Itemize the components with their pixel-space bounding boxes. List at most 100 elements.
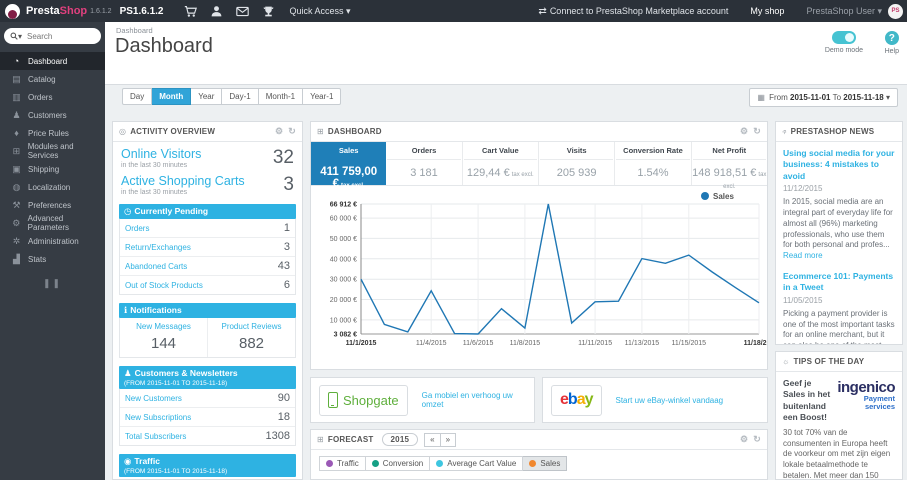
metric-sales[interactable]: Sales 411 759,00 € tax excl. (311, 142, 387, 190)
help-icon[interactable]: ? (884, 31, 899, 45)
collapse-menu-button[interactable]: ❚❚ (0, 278, 105, 289)
abandoned-carts-link[interactable]: Abandoned Carts (125, 262, 187, 271)
ebay-module: ebay Start uw eBay-winkel vandaag (542, 377, 768, 423)
out-of-stock-link[interactable]: Out of Stock Products (125, 281, 203, 290)
sidebar-item-localization[interactable]: ◍ Localization (0, 178, 105, 196)
orders-link[interactable]: Orders (125, 224, 149, 233)
bell-icon: ℹ (124, 305, 128, 315)
article-title-link[interactable]: Ecommerce 101: Payments in a Tweet (783, 271, 895, 294)
sidebar-search[interactable]: ▾ (4, 28, 101, 44)
envelope-icon[interactable] (229, 5, 255, 18)
new-customers-link[interactable]: New Customers (125, 394, 182, 403)
article-title-link[interactable]: Using social media for your business: 4 … (783, 148, 895, 182)
shop-version-link[interactable]: PS1.6.1.2 (120, 6, 164, 17)
sidebar-item-preferences[interactable]: ⚒ Preferences (0, 196, 105, 214)
calendar-icon: ▦ (757, 93, 765, 102)
shopgate-link[interactable]: Ga mobiel en verhoog uw omzet (422, 391, 534, 409)
notifications-header: ℹ Notifications (119, 303, 296, 318)
lightbulb-icon: ☼ (782, 357, 790, 366)
svg-text:11/1/2015: 11/1/2015 (346, 340, 377, 347)
quick-access-menu[interactable]: Quick Access ▾ (289, 6, 350, 17)
demo-mode-toggle[interactable] (831, 31, 856, 44)
forecast-panel: ⊞ FORECAST 2015 « » ⚙ ↻ Traffic Conversio… (310, 429, 768, 480)
user-menu[interactable]: PrestaShop User ▾ (806, 6, 882, 17)
kpi-value: 3 (283, 174, 294, 195)
refresh-icon[interactable]: ↻ (288, 126, 296, 136)
sidebar-item-orders[interactable]: ▥ Orders (0, 88, 105, 106)
user-icon[interactable] (203, 5, 229, 18)
marketplace-link[interactable]: ⇄ Connect to PrestaShop Marketplace accou… (538, 6, 728, 17)
my-shop-link[interactable]: My shop (750, 6, 784, 16)
svg-text:3 082 €: 3 082 € (334, 332, 357, 339)
sidebar-item-dashboard[interactable]: ◔ Dashboard (0, 52, 105, 70)
metric-orders[interactable]: Orders 3 181 (386, 142, 463, 185)
sidebar-item-shipping[interactable]: ▣ Shipping (0, 160, 105, 178)
avg-cart-dot-icon (436, 460, 444, 467)
sidebar-item-catalog[interactable]: ▤ Catalog (0, 70, 105, 88)
avatar[interactable]: PS (888, 3, 903, 19)
legend-sales[interactable]: Sales (523, 456, 568, 471)
legend-conversion[interactable]: Conversion (365, 456, 431, 471)
gear-icon[interactable]: ⚙ (740, 126, 748, 136)
metric-cart-value[interactable]: Cart Value 129,44 € tax excl. (463, 142, 539, 185)
next-year-button[interactable]: » (440, 432, 457, 447)
sidebar-item-price-rules[interactable]: ♦ Price Rules (0, 124, 105, 142)
gear-icon[interactable]: ⚙ (740, 434, 748, 444)
sidebar-item-label: Customers (28, 110, 67, 120)
year-selector[interactable]: 2015 (381, 433, 419, 446)
search-input[interactable] (25, 30, 92, 42)
read-more-link[interactable]: Read more (783, 251, 823, 260)
tab-month-1[interactable]: Month-1 (258, 88, 304, 105)
book-icon: ▤ (12, 73, 21, 84)
refresh-icon[interactable]: ↻ (753, 126, 761, 136)
new-messages-cell[interactable]: New Messages 144 (120, 318, 207, 357)
table-row: Return/Exchanges 3 (120, 237, 295, 256)
tab-year-1[interactable]: Year-1 (303, 88, 342, 105)
svg-text:Sales: Sales (713, 192, 734, 201)
search-icon: ▾ (10, 32, 22, 41)
tab-day-1[interactable]: Day-1 (222, 88, 259, 105)
tab-month[interactable]: Month (152, 88, 192, 105)
sidebar-item-label: Advanced Parameters (27, 214, 70, 232)
sales-dot-icon (529, 460, 537, 467)
product-reviews-cell[interactable]: Product Reviews 882 (207, 318, 295, 357)
sidebar: ▾ ◔ Dashboard ▤ Catalog ▥ Orders ♟ Customers… (0, 22, 105, 480)
svg-text:40 000 €: 40 000 € (330, 256, 357, 263)
sidebar-item-label: Preferences (28, 200, 72, 210)
breadcrumb[interactable]: Dashboard (116, 26, 153, 35)
active-carts-link[interactable]: Active Shopping Carts (121, 174, 294, 188)
gear-icon[interactable]: ⚙ (275, 126, 283, 136)
metric-net-profit[interactable]: Net Profit 148 918,51 € tax excl. (692, 142, 767, 190)
legend-average-cart-value[interactable]: Average Cart Value (430, 456, 524, 471)
total-subscribers-link[interactable]: Total Subscribers (125, 432, 186, 441)
page-title: Dashboard (115, 35, 213, 57)
tab-year[interactable]: Year (191, 88, 223, 105)
metric-conversion-rate[interactable]: Conversion Rate 1.54% (615, 142, 692, 185)
sidebar-item-stats[interactable]: ▟ Stats (0, 250, 105, 268)
new-subscriptions-link[interactable]: New Subscriptions (125, 413, 191, 422)
refresh-icon[interactable]: ↻ (753, 434, 761, 444)
sidebar-item-customers[interactable]: ♟ Customers (0, 106, 105, 124)
notifications-table: New Messages 144 Product Reviews 882 (119, 318, 296, 358)
metric-visits[interactable]: Visits 205 939 (539, 142, 616, 185)
sidebar-item-modules[interactable]: ⊞ Modules and Services (0, 142, 105, 160)
svg-text:60 000 €: 60 000 € (330, 216, 357, 223)
tip-body: 30 tot 70% van de consumenten in Europa … (783, 427, 891, 480)
prev-year-button[interactable]: « (424, 432, 441, 447)
truck-icon: ▣ (12, 163, 21, 174)
date-range-button[interactable]: ▦ From 2015-11-01 To 2015-11-18 ▾ (749, 88, 898, 107)
trophy-icon[interactable] (255, 5, 281, 18)
panel-title: ACTIVITY OVERVIEW (130, 127, 216, 136)
returns-link[interactable]: Return/Exchanges (125, 243, 191, 252)
sidebar-item-advanced-parameters[interactable]: ⚙ Advanced Parameters (0, 214, 105, 232)
wrench-icon: ⚒ (12, 199, 21, 210)
sidebar-item-administration[interactable]: ✲ Administration (0, 232, 105, 250)
tab-day[interactable]: Day (122, 88, 153, 105)
panel-title: PRESTASHOP NEWS (790, 127, 875, 136)
online-visitors-link[interactable]: Online Visitors (121, 147, 294, 161)
period-tabs: Day Month Year Day-1 Month-1 Year-1 (122, 88, 342, 105)
globe-icon: ◍ (12, 181, 21, 192)
ebay-link[interactable]: Start uw eBay-winkel vandaag (616, 396, 724, 405)
legend-traffic[interactable]: Traffic (319, 456, 366, 471)
cart-icon[interactable] (177, 5, 203, 18)
